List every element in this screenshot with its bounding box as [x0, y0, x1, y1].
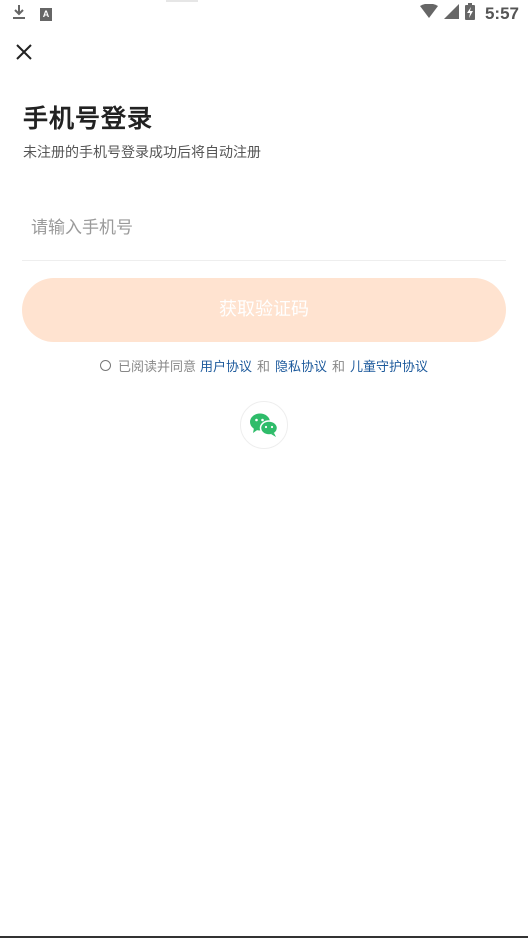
- a-notification-icon: A: [40, 7, 52, 21]
- page-title: 手机号登录: [23, 104, 154, 133]
- signal-icon: [443, 4, 459, 23]
- agree-checkbox[interactable]: [99, 359, 111, 371]
- wechat-icon: [250, 413, 279, 437]
- input-underline: [22, 260, 506, 261]
- status-time: 5:57: [484, 3, 519, 23]
- wifi-icon: [419, 3, 438, 23]
- get-code-button[interactable]: 获取验证码: [22, 278, 506, 342]
- page-subtitle: 未注册的手机号登录成功后将自动注册: [23, 145, 261, 161]
- agreement-prefix: 已阅读并同意: [117, 359, 196, 375]
- agreement-and: 和: [256, 359, 270, 375]
- user-agreement-link[interactable]: 用户协议: [200, 356, 252, 375]
- notch: [166, 0, 198, 2]
- agreement-and: 和: [332, 359, 346, 375]
- privacy-policy-link[interactable]: 隐私协议: [275, 356, 327, 375]
- close-button[interactable]: [12, 40, 36, 64]
- agreement-row: 已阅读并同意 用户协议 和 隐私协议 和 儿童守护协议: [0, 355, 528, 375]
- phone-input[interactable]: [22, 205, 506, 251]
- wechat-login-button[interactable]: [240, 401, 288, 449]
- login-screen: A 5:57 手机号登录 未注册的手机号登录成功后将自动注册 请输入手机号 获取…: [0, 0, 528, 938]
- status-bar-left: A: [12, 4, 52, 24]
- status-bar-right: 5:57: [419, 3, 519, 24]
- child-protection-link[interactable]: 儿童守护协议: [350, 356, 428, 375]
- status-bar: A 5:57: [0, 0, 528, 28]
- close-icon: [16, 44, 32, 60]
- battery-charging-icon: [464, 3, 475, 24]
- download-icon: [12, 4, 26, 24]
